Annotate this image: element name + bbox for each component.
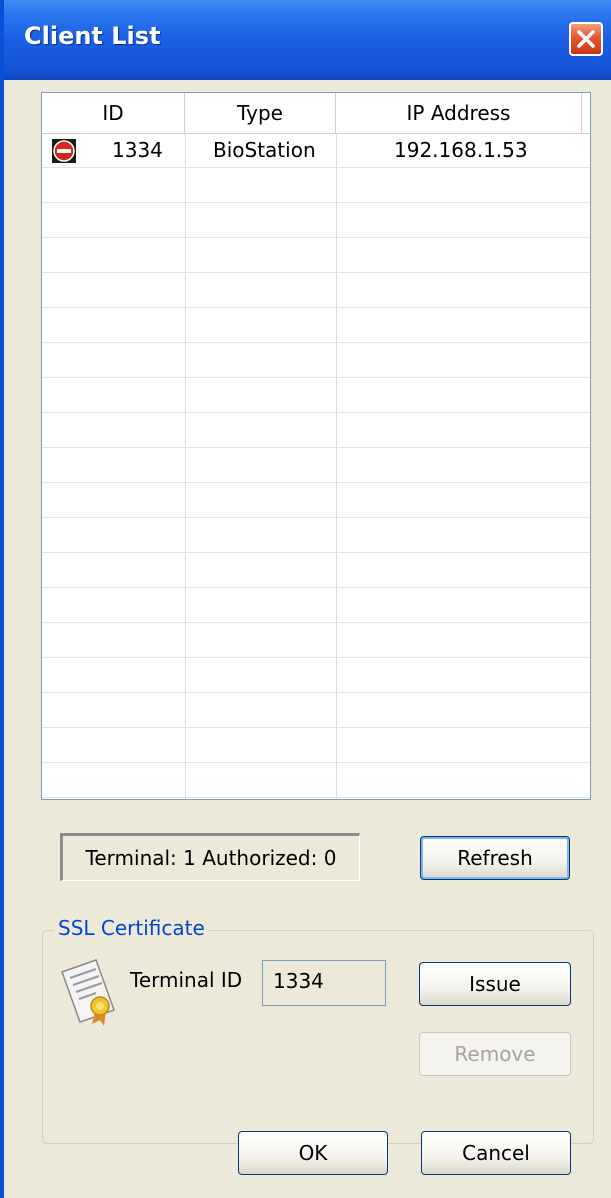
certificate-icon <box>61 959 115 1026</box>
empty-row <box>42 273 590 308</box>
close-icon <box>577 30 595 48</box>
terminal-id-field[interactable]: 1334 <box>262 960 386 1006</box>
refresh-button[interactable]: Refresh <box>420 836 570 880</box>
table-row[interactable]: 1334 BioStation 192.168.1.53 <box>42 133 590 168</box>
empty-row <box>42 763 590 798</box>
empty-row <box>42 623 590 658</box>
empty-row <box>42 378 590 413</box>
client-list-view[interactable]: ID Type IP Address 1334 BioStation 192.1… <box>41 92 591 800</box>
title-bar[interactable]: Client List <box>4 0 611 80</box>
issue-button[interactable]: Issue <box>419 962 571 1006</box>
empty-row <box>42 588 590 623</box>
empty-row <box>42 553 590 588</box>
column-header-id[interactable]: ID <box>42 93 185 133</box>
client-list-window: Client List ID Type IP Address 1334 BioS… <box>0 0 611 1198</box>
terminal-id-label: Terminal ID <box>130 968 243 992</box>
empty-row <box>42 413 590 448</box>
client-type: BioStation <box>213 138 316 162</box>
list-header: ID Type IP Address <box>42 93 590 134</box>
remove-button[interactable]: Remove <box>419 1032 571 1076</box>
empty-row <box>42 343 590 378</box>
ssl-certificate-group-title: SSL Certificate <box>54 916 209 940</box>
empty-row <box>42 203 590 238</box>
cancel-button[interactable]: Cancel <box>421 1131 571 1175</box>
column-header-type[interactable]: Type <box>185 93 336 133</box>
empty-row <box>42 658 590 693</box>
ok-button[interactable]: OK <box>238 1131 388 1175</box>
empty-row <box>42 448 590 483</box>
column-header-ip-address[interactable]: IP Address <box>336 93 582 133</box>
blocked-icon <box>52 139 76 163</box>
empty-row <box>42 483 590 518</box>
empty-row <box>42 518 590 553</box>
window-title: Client List <box>24 22 161 50</box>
close-button[interactable] <box>569 22 603 56</box>
empty-row <box>42 168 590 203</box>
empty-row <box>42 728 590 763</box>
empty-row <box>42 693 590 728</box>
client-id: 1334 <box>112 138 163 162</box>
client-ip-address: 192.168.1.53 <box>394 138 528 162</box>
terminal-status-panel: Terminal: 1 Authorized: 0 <box>60 833 360 881</box>
empty-row <box>42 308 590 343</box>
empty-row <box>42 238 590 273</box>
